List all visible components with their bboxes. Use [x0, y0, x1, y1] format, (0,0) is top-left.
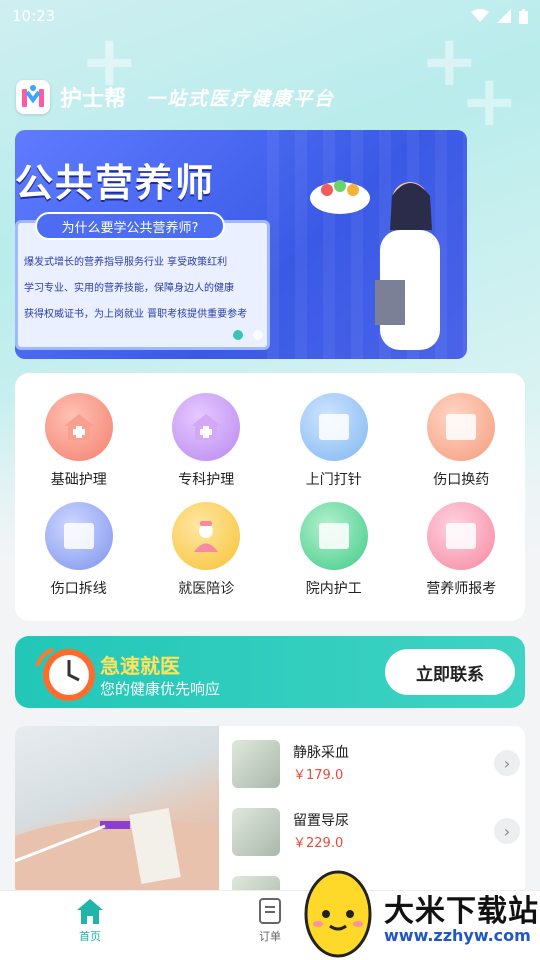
urgent-title: 急速就医 [100, 654, 180, 678]
urgent-care-banner: 急速就医 您的健康优先响应 立即联系 [15, 636, 525, 708]
product-name: 静脉采血 [293, 745, 349, 761]
service-label: 伤口换药 [433, 472, 490, 488]
certificate-photo-icon [427, 502, 496, 570]
nurse-illustration-icon [375, 182, 440, 350]
injection-photo-icon [299, 393, 368, 461]
product-name: 留置导尿 [293, 813, 349, 829]
app-slogan: 一站式医疗健康平台 [146, 87, 336, 110]
contact-now-button[interactable]: 立即联系 [385, 649, 515, 695]
home-icon [77, 899, 103, 924]
banner-line: 获得权威证书，为上岗就业 晋职考核提供重要参考 [24, 309, 248, 320]
service-medical-escort[interactable]: 就医陪诊 [143, 502, 271, 611]
watermark-url: www.zzhyw.com [384, 926, 531, 945]
iv-hand-image [15, 808, 219, 896]
clock-icon [35, 648, 95, 701]
status-time: 10:23 [12, 7, 56, 25]
service-grid: 基础护理 专科护理 上门打针 伤口换药 伤口拆线 就医陪诊 院内护工 营养师报考 [15, 373, 525, 621]
nurse-icon [172, 502, 241, 570]
app-logo [16, 80, 50, 114]
service-nutritionist-exam[interactable]: 营养师报考 [398, 502, 526, 611]
chevron-right-icon[interactable]: › [494, 818, 520, 844]
chevron-right-icon[interactable]: › [494, 750, 520, 776]
service-stitch-removal[interactable]: 伤口拆线 [15, 502, 143, 611]
document-icon [259, 898, 281, 924]
product-price: ￥179.0 [293, 768, 344, 783]
service-wound-dressing[interactable]: 伤口换药 [398, 393, 526, 502]
service-label: 就医陪诊 [178, 581, 235, 597]
service-home-injection[interactable]: 上门打针 [270, 393, 398, 502]
service-hospital-caregiver[interactable]: 院内护工 [270, 502, 398, 611]
product-price: ￥229.0 [293, 836, 344, 851]
banner-question: 为什么要学公共营养师? [35, 212, 225, 240]
service-label: 院内护工 [305, 581, 362, 597]
app-header: 护士帮 一站式医疗健康平台 [16, 80, 335, 114]
app-name: 护士帮 [60, 87, 127, 112]
banner-line: 学习专业、实用的营养技能，保障身边人的健康 [24, 283, 234, 294]
urgent-subtitle: 您的健康优先响应 [100, 680, 221, 698]
battery-icon [519, 8, 528, 24]
site-watermark: 大米下载站 www.zzhyw.com [298, 862, 540, 960]
pagination-dot[interactable] [253, 330, 263, 340]
product-item[interactable]: 留置导尿 ￥229.0 › [230, 808, 520, 870]
banner-title: 公共营养师 [15, 161, 216, 205]
status-bar: 10:23 [0, 0, 540, 32]
promo-banner[interactable]: 公共营养师 爆发式增长的营养指导服务行业 享受政策红利 学习专业、实用的营养技能… [15, 130, 467, 359]
caregiver-photo-icon [299, 502, 368, 570]
service-label: 上门打针 [305, 472, 362, 488]
tab-home[interactable]: 首页 [50, 897, 130, 944]
product-item[interactable]: 静脉采血 ￥179.0 › [230, 740, 520, 802]
iv-drip-photo[interactable] [15, 726, 219, 896]
bandage-photo-icon [427, 393, 496, 461]
product-thumbnail [232, 808, 280, 856]
service-label: 伤口拆线 [50, 581, 107, 597]
banner-line: 爆发式增长的营养指导服务行业 享受政策红利 [24, 257, 228, 268]
cross-decoration: + [460, 60, 519, 142]
service-specialist-care[interactable]: 专科护理 [143, 393, 271, 502]
stitches-photo-icon [44, 502, 113, 570]
hospital-house-icon [44, 393, 113, 461]
tab-label: 订单 [259, 930, 281, 943]
hospital-house-icon [172, 393, 241, 461]
banner-pagination [233, 330, 263, 340]
service-label: 基础护理 [50, 472, 107, 488]
egg-mascot-icon [304, 870, 372, 958]
watermark-title: 大米下载站 [384, 894, 539, 929]
service-basic-care[interactable]: 基础护理 [15, 393, 143, 502]
pagination-dot[interactable] [233, 330, 243, 340]
signal-icon [497, 9, 511, 23]
product-thumbnail [232, 740, 280, 788]
app-logo-icon [22, 85, 44, 107]
wifi-icon [471, 9, 489, 22]
tab-label: 首页 [79, 930, 101, 943]
service-label: 专科护理 [178, 472, 235, 488]
service-label: 营养师报考 [426, 581, 497, 597]
